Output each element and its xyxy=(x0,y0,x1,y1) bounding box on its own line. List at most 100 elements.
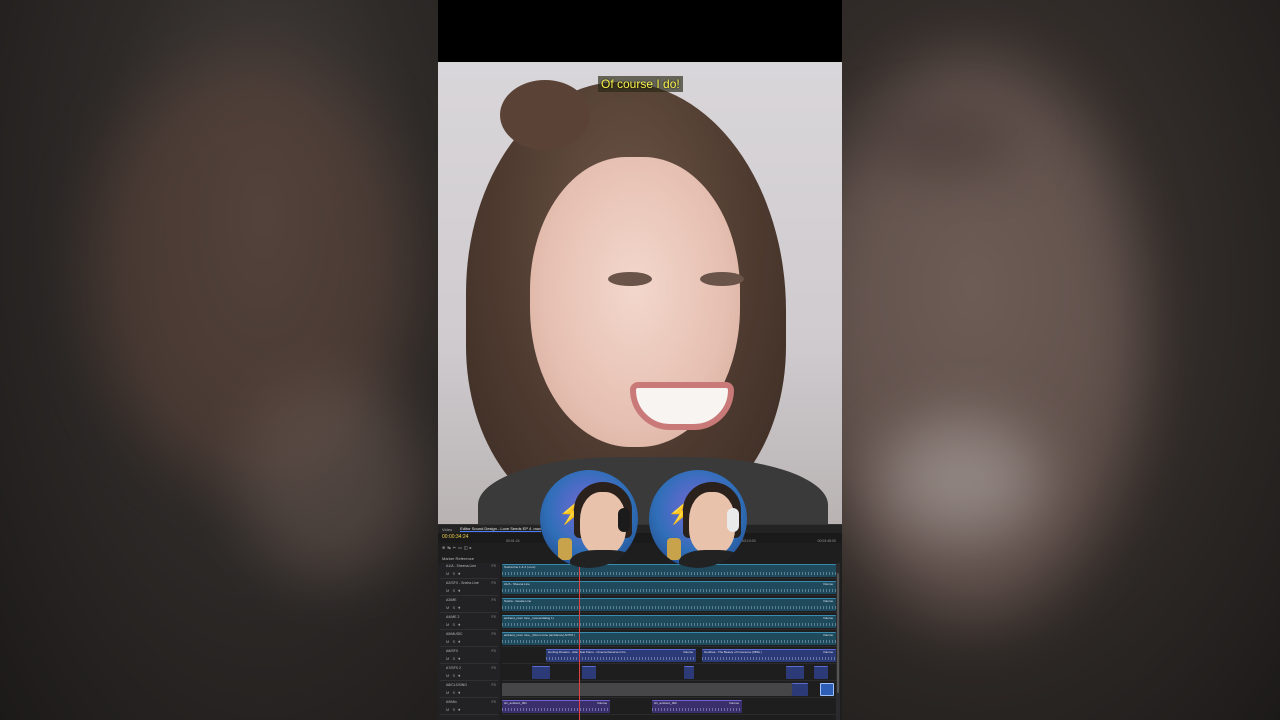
audio-clip[interactable]: sfx_ambient_002 Volume xyxy=(652,700,742,713)
marker-reference-label: Marker Reference xyxy=(442,556,475,561)
track-name: A1/A - Sheena Line xyxy=(446,564,477,568)
clip-label: Gurkhas - The Beauty of Innocence (#BIG … xyxy=(704,650,762,654)
audio-waveform xyxy=(702,657,836,660)
track-lane[interactable]: A1/A - Sheena Line Volume xyxy=(502,580,838,596)
track-header[interactable]: A7/SFX 2 M S ⏺ FX xyxy=(440,665,498,681)
track-fx-label[interactable]: FX xyxy=(492,666,496,670)
clip-volume-label: Volume xyxy=(728,701,739,705)
sfx-clip[interactable] xyxy=(792,683,808,696)
track-controls[interactable]: M S ⏺ xyxy=(446,622,461,627)
track-fx-label[interactable]: FX xyxy=(492,632,496,636)
tool-play-icon[interactable]: ▸ xyxy=(470,545,472,550)
track-controls[interactable]: M S ⏺ xyxy=(446,605,461,610)
streamer-cam-2: ⚡ xyxy=(649,470,747,568)
track-header[interactable]: A2/SFX - Sneha Line M S ⏺ FX xyxy=(440,580,498,596)
audio-clip[interactable]: sfx_ambient_001 Volume xyxy=(502,700,610,713)
track-fx-label[interactable]: FX xyxy=(492,581,496,585)
audio-clip[interactable]: Hunting Dreams - Alan Beat Piano - Cinem… xyxy=(546,649,696,662)
audio-clip[interactable]: Sneha - Gussie Line Volume xyxy=(502,598,836,611)
track-header[interactable]: A3/ME M S ⏺ FX xyxy=(440,597,498,613)
track-fx-label[interactable]: FX xyxy=(492,700,496,704)
track-name: A2/SFX - Sneha Line xyxy=(446,581,479,585)
track-controls[interactable]: M S ⏺ xyxy=(446,707,461,712)
track-lane[interactable]: Sneha - Gussie Line Volume xyxy=(502,597,838,613)
track-header[interactable]: A8/CLOSING M S ⏺ FX xyxy=(440,682,498,698)
phone-video-frame: Of course I do! ⚡ ⚡ Video Editor Sound D… xyxy=(438,0,842,720)
audio-waveform xyxy=(502,623,836,626)
video-frame[interactable]: Of course I do! xyxy=(438,62,842,524)
track-fx-label[interactable]: FX xyxy=(492,683,496,687)
sfx-clip[interactable] xyxy=(684,666,694,679)
track-header[interactable]: A9/Mix M S ⏺ FX xyxy=(440,699,498,715)
audio-clip[interactable]: ambient_room tone_ (Room tone (ambiance)… xyxy=(502,632,836,645)
sfx-clip[interactable] xyxy=(502,683,792,696)
track-lane[interactable]: Hunting Dreams - Alan Beat Piano - Cinem… xyxy=(502,648,838,664)
timeline-editor: Video Editor Sound Design - Love Seeds E… xyxy=(438,524,842,720)
track-header[interactable]: A5/MUSIC M S ⏺ FX xyxy=(440,631,498,647)
streamer-body xyxy=(570,550,636,568)
streamer-cam-1: ⚡ xyxy=(540,470,638,568)
letterbox-bar xyxy=(438,0,842,62)
microphone-icon xyxy=(667,538,681,560)
streamer-body xyxy=(679,550,745,568)
track-name: A5/MUSIC xyxy=(446,632,463,636)
track-lane[interactable] xyxy=(502,682,838,698)
track-fx-label[interactable]: FX xyxy=(492,649,496,653)
audio-waveform xyxy=(502,572,836,575)
track-fx-label[interactable]: FX xyxy=(492,615,496,619)
tool-snap-icon[interactable]: ⊕ xyxy=(442,545,445,550)
tab-video[interactable]: Video xyxy=(442,527,452,532)
track-header[interactable]: A1/A - Sheena Line M S ⏺ FX xyxy=(440,563,498,579)
clip-label: ambient_room tone_ (Room tone (ambiance)… xyxy=(504,633,575,637)
track-controls[interactable]: M S ⏺ xyxy=(446,639,461,644)
sfx-clip[interactable] xyxy=(582,666,596,679)
clip-volume-label: Volume xyxy=(822,616,833,620)
sfx-clip[interactable] xyxy=(814,666,828,679)
sfx-clip[interactable] xyxy=(532,666,550,679)
audio-clip[interactable]: Sneha line 1 & 2 (.mov) xyxy=(502,564,836,577)
track-name: A3/ME xyxy=(446,598,457,602)
track-header[interactable]: A4/ME 2 M S ⏺ FX xyxy=(440,614,498,630)
track-controls[interactable]: M S ⏺ xyxy=(446,588,461,593)
clip-label: A1/A - Sheena Line xyxy=(504,582,530,586)
clip-volume-label: Volume xyxy=(822,582,833,586)
track-controls[interactable]: M S ⏺ xyxy=(446,673,461,678)
scrollbar-thumb[interactable] xyxy=(837,573,839,693)
clip-label: Sneha line 1 & 2 (.mov) xyxy=(504,565,536,569)
audio-waveform xyxy=(502,640,836,643)
timeline-scrollbar[interactable] xyxy=(836,563,840,720)
track-lane[interactable]: sfx_ambient_001 Volume sfx_ambient_002 Volu… xyxy=(502,699,838,715)
audio-clip[interactable]: A1/A - Sheena Line Volume xyxy=(502,581,836,594)
audio-clip[interactable]: Gurkhas - The Beauty of Innocence (#BIG … xyxy=(702,649,836,662)
audio-waveform xyxy=(652,708,742,711)
clip-volume-label: Volume xyxy=(822,650,833,654)
tool-settings-icon[interactable]: ◫ xyxy=(464,545,468,550)
tool-marker-icon[interactable]: ▭ xyxy=(458,545,462,550)
track-fx-label[interactable]: FX xyxy=(492,598,496,602)
tool-razor-icon[interactable]: ✂ xyxy=(453,545,456,550)
tool-link-icon[interactable]: ↹ xyxy=(447,545,450,550)
audio-waveform xyxy=(546,657,696,660)
track-lane[interactable]: Sneha line 1 & 2 (.mov) xyxy=(502,563,838,579)
track-lane[interactable] xyxy=(502,665,838,681)
track-lane[interactable]: ambient_room tone_ (Room tone (ambiance)… xyxy=(502,631,838,647)
clip-label: Sneha - Gussie Line xyxy=(504,599,532,603)
tab-sequence[interactable]: Editor Sound Design - Love Seeds EP 4 .m… xyxy=(460,526,542,532)
track-fx-label[interactable]: FX xyxy=(492,564,496,568)
sfx-clip[interactable] xyxy=(820,683,834,696)
track-lanes: Sneha line 1 & 2 (.mov) A1/A - Sheena Lin… xyxy=(502,563,840,720)
track-controls[interactable]: M S ⏺ xyxy=(446,656,461,661)
track-lane[interactable]: ambient_room tone_ (scene/dialog 1) Volum… xyxy=(502,614,838,630)
track-controls[interactable]: M S ⏺ xyxy=(446,690,461,695)
track-name: A4/ME 2 xyxy=(446,615,460,619)
microphone-icon xyxy=(558,538,572,560)
track-controls[interactable]: M S ⏺ xyxy=(446,571,461,576)
track-header[interactable]: A6/SFX M S ⏺ FX xyxy=(440,648,498,664)
audio-waveform xyxy=(502,606,836,609)
sfx-clip[interactable] xyxy=(786,666,804,679)
audio-clip[interactable]: ambient_room tone_ (scene/dialog 1) Volum… xyxy=(502,615,836,628)
playhead-timecode[interactable]: 00:00:34:24 xyxy=(442,534,468,540)
ruler-tick: 00:03:45:00 xyxy=(817,539,837,543)
clip-label: sfx_ambient_001 xyxy=(504,701,527,705)
headset-icon xyxy=(727,508,739,532)
